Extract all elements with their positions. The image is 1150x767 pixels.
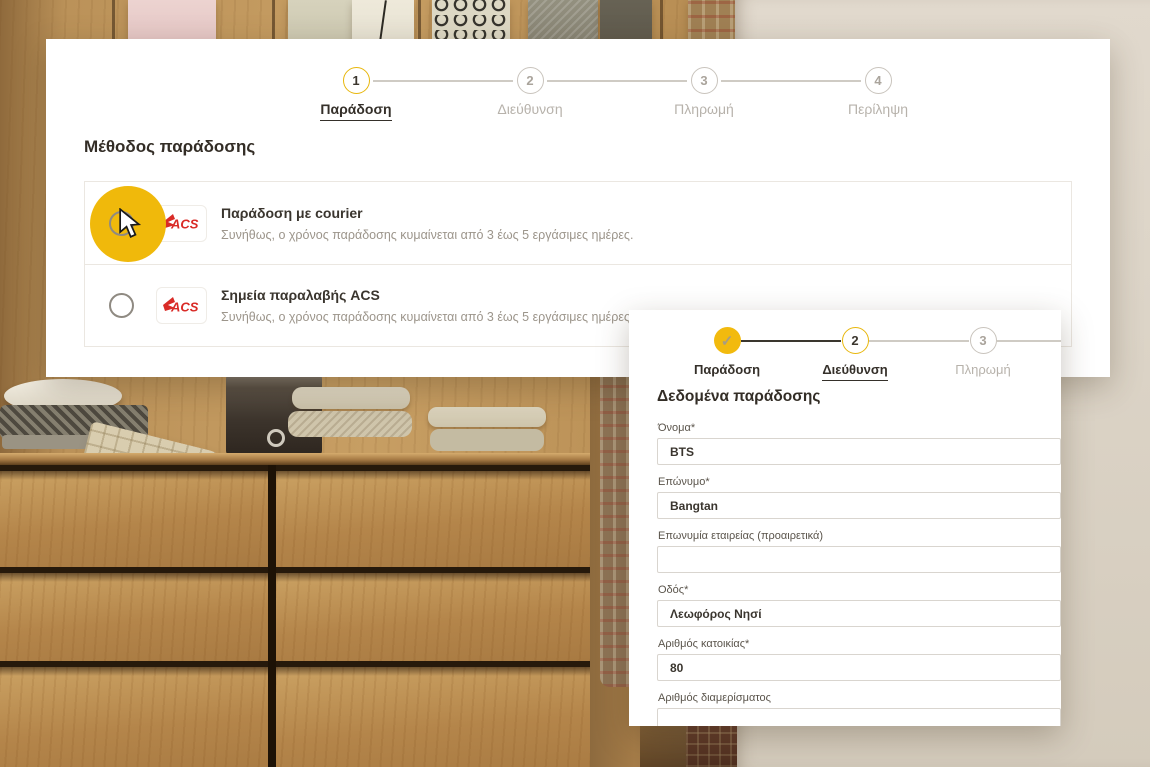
step-1-label-text[interactable]: Παράδοση bbox=[320, 101, 391, 121]
drawer bbox=[276, 667, 590, 767]
drawer bbox=[0, 573, 268, 661]
folded-towel bbox=[430, 429, 544, 451]
acs-logo-icon: ACS bbox=[163, 296, 201, 316]
form-title: Δεδομένα παράδοσης bbox=[657, 388, 820, 406]
address-form: Όνομα* Επώνυμο* Επωνυμία εταιρείας (προα… bbox=[657, 422, 1061, 726]
first-name-input[interactable] bbox=[657, 438, 1061, 465]
drawer bbox=[0, 471, 268, 567]
step-1-label[interactable]: Παράδοση bbox=[667, 362, 787, 377]
apartment-number-input[interactable] bbox=[657, 708, 1061, 726]
drawer bbox=[0, 667, 268, 767]
last-name-label: Επώνυμο* bbox=[658, 476, 1061, 488]
field-company: Επωνυμία εταιρείας (προαιρετικά) bbox=[657, 530, 1061, 573]
screenshot-root: 1 2 3 4 Παράδοση Διεύθυνση Πληρωμή Περίλ… bbox=[0, 0, 1150, 767]
folded-towel bbox=[288, 411, 412, 437]
street-input[interactable] bbox=[657, 600, 1061, 627]
step-3-label[interactable]: Πληρωμή bbox=[923, 362, 1043, 377]
acs-logo: ACS bbox=[156, 287, 207, 324]
drawer bbox=[276, 471, 590, 567]
option-title: Σημεία παραλαβής ACS bbox=[221, 287, 633, 303]
field-first-name: Όνομα* bbox=[657, 422, 1061, 465]
acs-logo-text: ACS bbox=[170, 299, 199, 314]
step-2-circle[interactable]: 2 bbox=[517, 67, 544, 94]
page-title: Μέθοδος παράδοσης bbox=[84, 137, 255, 157]
field-house-number: Αριθμός κατοικίας* bbox=[657, 638, 1061, 681]
step-4-circle[interactable]: 4 bbox=[865, 67, 892, 94]
step-connector bbox=[997, 340, 1061, 342]
step-connector bbox=[721, 80, 861, 82]
folded-towel bbox=[292, 387, 410, 409]
option-description: Συνήθως, ο χρόνος παράδοσης κυμαίνεται α… bbox=[221, 228, 633, 242]
step-1-done-circle[interactable]: ✓ bbox=[714, 327, 741, 354]
delivery-option-courier[interactable]: ACS Παράδοση με courier Συνήθως, ο χρόνο… bbox=[85, 182, 1071, 264]
step-2-label-text[interactable]: Διεύθυνση bbox=[822, 362, 887, 381]
step-connector bbox=[373, 80, 513, 82]
option-text: Σημεία παραλαβής ACS Συνήθως, ο χρόνος π… bbox=[221, 287, 633, 324]
acs-logo-text: ACS bbox=[170, 217, 199, 232]
field-apartment-number: Αριθμός διαμερίσματος bbox=[657, 692, 1061, 726]
checkout-panel-address: ✓ 2 3 Παράδοση Διεύθυνση Πληρωμή Δεδομέν… bbox=[629, 310, 1061, 726]
step-1-label[interactable]: Παράδοση bbox=[276, 101, 436, 121]
field-last-name: Επώνυμο* bbox=[657, 476, 1061, 519]
step-2-label[interactable]: Διεύθυνση bbox=[795, 362, 915, 381]
step-4-label[interactable]: Περίληψη bbox=[798, 101, 958, 117]
dresser-photo bbox=[0, 377, 737, 767]
step-connector bbox=[869, 340, 969, 342]
step-connector bbox=[547, 80, 687, 82]
company-label: Επωνυμία εταιρείας (προαιρετικά) bbox=[658, 530, 1061, 542]
option-description: Συνήθως, ο χρόνος παράδοσης κυμαίνεται α… bbox=[221, 310, 633, 324]
first-name-label: Όνομα* bbox=[658, 422, 1061, 434]
dresser-unit-right bbox=[276, 465, 590, 767]
street-label: Οδός* bbox=[658, 584, 1061, 596]
step-1-circle[interactable]: 1 bbox=[343, 67, 370, 94]
step-connector-done bbox=[741, 340, 841, 342]
step-3-circle[interactable]: 3 bbox=[970, 327, 997, 354]
house-number-label: Αριθμός κατοικίας* bbox=[658, 638, 1061, 650]
mouse-cursor-icon bbox=[117, 208, 143, 240]
drawer bbox=[276, 573, 590, 661]
field-street: Οδός* bbox=[657, 584, 1061, 627]
apartment-number-label: Αριθμός διαμερίσματος bbox=[658, 692, 1061, 704]
company-input[interactable] bbox=[657, 546, 1061, 573]
step-2-label[interactable]: Διεύθυνση bbox=[450, 101, 610, 117]
dresser-center-gap bbox=[268, 465, 276, 767]
option-title: Παράδοση με courier bbox=[221, 205, 633, 221]
step-3-circle[interactable]: 3 bbox=[691, 67, 718, 94]
radio-pickup-points[interactable] bbox=[109, 293, 134, 318]
acs-logo-icon: ACS bbox=[163, 213, 201, 233]
folded-towel bbox=[428, 407, 546, 427]
house-number-input[interactable] bbox=[657, 654, 1061, 681]
dresser-top-surface bbox=[0, 453, 600, 465]
step-3-label[interactable]: Πληρωμή bbox=[624, 101, 784, 117]
dresser-unit-left bbox=[0, 465, 268, 767]
option-text: Παράδοση με courier Συνήθως, ο χρόνος πα… bbox=[221, 205, 633, 242]
last-name-input[interactable] bbox=[657, 492, 1061, 519]
step-2-circle[interactable]: 2 bbox=[842, 327, 869, 354]
